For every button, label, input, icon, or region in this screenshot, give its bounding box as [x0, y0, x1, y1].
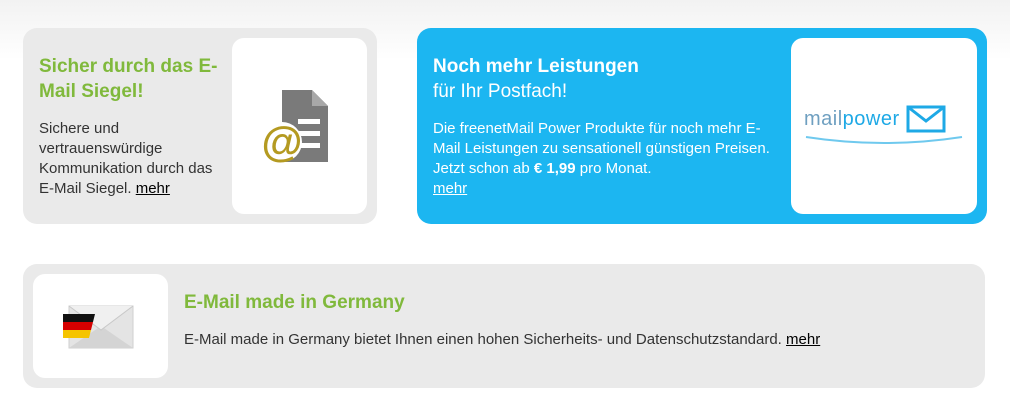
- germany-flag-envelope-icon: [62, 305, 133, 349]
- made-in-germany-title: E-Mail made in Germany: [184, 292, 405, 313]
- mailpower-more-link[interactable]: mehr: [433, 180, 467, 197]
- made-in-germany-card: E-Mail made in Germany E-Mail made in Ge…: [23, 264, 985, 388]
- mailpower-swoosh: [805, 136, 963, 144]
- mailpower-title: Noch mehr Leistungen: [433, 56, 639, 77]
- email-siegel-text: Sichere und vertrauenswürdige Kommunikat…: [39, 120, 213, 197]
- mailpower-description: Die freenetMail Power Produkte für noch …: [433, 119, 773, 199]
- email-siegel-more-link[interactable]: mehr: [136, 180, 170, 197]
- made-in-germany-image-tile[interactable]: [33, 274, 168, 378]
- email-siegel-description: Sichere und vertrauenswürdige Kommunikat…: [39, 119, 229, 199]
- mailpower-price: € 1,99: [533, 160, 576, 177]
- email-siegel-image-tile[interactable]: @: [232, 38, 367, 214]
- email-siegel-card: Sicher durch das E-Mail Siegel! Sichere …: [23, 28, 377, 224]
- mailpower-logo-power: power: [842, 108, 900, 130]
- mailpower-subtitle: für Ihr Postfach!: [433, 81, 568, 102]
- made-in-germany-text: E-Mail made in Germany bietet Ihnen eine…: [184, 331, 782, 348]
- mailpower-text-end: pro Monat.: [579, 160, 652, 177]
- envelope-icon: [906, 105, 946, 133]
- made-in-germany-description: E-Mail made in Germany bietet Ihnen eine…: [184, 330, 820, 350]
- mailpower-logo-mail: mail: [804, 108, 843, 130]
- mailpower-card: Noch mehr Leistungen für Ihr Postfach! D…: [417, 28, 987, 224]
- email-siegel-title: Sicher durch das E-Mail Siegel!: [39, 56, 218, 102]
- mailpower-logo-tile[interactable]: mailpower: [791, 38, 977, 214]
- made-in-germany-more-link[interactable]: mehr: [786, 331, 820, 348]
- svg-text:@: @: [261, 118, 302, 165]
- email-document-icon: @: [261, 90, 328, 165]
- mailpower-logo: mailpower: [804, 105, 964, 147]
